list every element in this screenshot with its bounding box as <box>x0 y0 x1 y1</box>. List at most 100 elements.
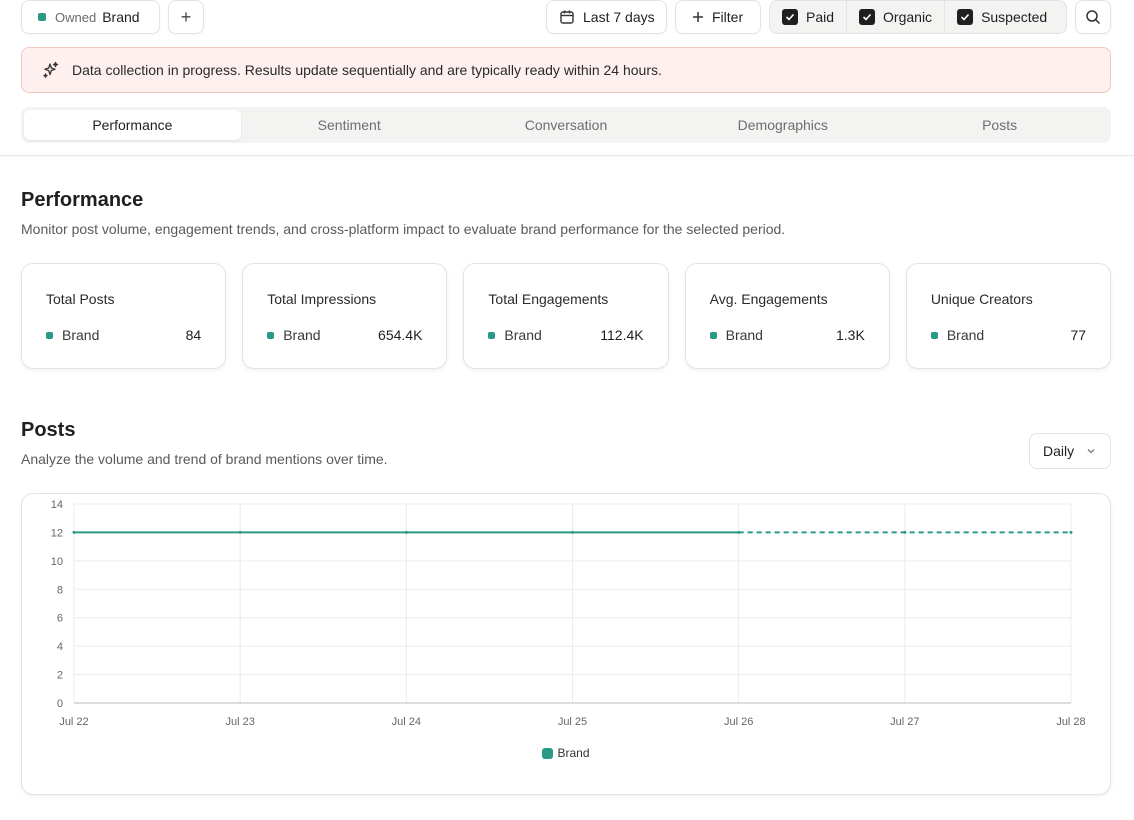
kpi-label: Brand <box>283 327 321 343</box>
brand-owned-label: Owned <box>55 9 97 25</box>
legend-label: Brand <box>557 746 590 760</box>
data-collection-banner: Data collection in progress. Results upd… <box>21 47 1111 93</box>
performance-subtitle: Monitor post volume, engagement trends, … <box>21 221 786 237</box>
toggle-label: Suspected <box>981 9 1048 25</box>
x-tick-label: Jul 25 <box>558 716 587 728</box>
posts-subtitle: Analyze the volume and trend of brand me… <box>21 451 388 467</box>
chevron-down-icon <box>1087 449 1095 454</box>
kpi-label: Brand <box>946 327 985 343</box>
x-tick-label: Jul 24 <box>392 716 421 728</box>
post-type-toggles: Paid Organic Suspected <box>769 0 1067 34</box>
kpi-row: Brand 84 <box>46 327 201 343</box>
toggle-label: Organic <box>883 9 933 25</box>
tab-posts[interactable]: Posts <box>891 110 1108 140</box>
data-point <box>903 530 907 534</box>
filter-button[interactable]: Filter <box>675 0 761 34</box>
kpi-value: 654.4K <box>378 327 423 343</box>
kpi-row: Brand 112.4K <box>488 327 644 343</box>
performance-title: Performance <box>21 189 144 211</box>
date-range-label: Last 7 days <box>583 9 655 25</box>
sparkles-icon <box>43 61 59 78</box>
kpi-label: Brand <box>725 327 763 343</box>
kpi-value: 112.4K <box>600 327 644 343</box>
kpi-value: 1.3K <box>836 327 865 343</box>
kpi-row: Brand 77 <box>930 327 1087 343</box>
y-tick-label: 0 <box>57 698 63 710</box>
data-point <box>72 530 76 534</box>
kpi-value: 77 <box>1070 327 1087 343</box>
y-tick-label: 12 <box>51 527 63 539</box>
brand-name: Brand <box>102 9 140 25</box>
toolbar: Owned Brand + Last 7 days Filter Paid Or… <box>0 0 1134 36</box>
checkbox-checked-icon[interactable] <box>859 9 876 25</box>
tab-performance[interactable]: Performance <box>24 110 241 140</box>
brand-color-dot <box>709 331 717 339</box>
brand-color-dot <box>930 331 938 339</box>
kpi-label: Brand <box>62 327 100 343</box>
y-tick-label: 14 <box>51 499 63 511</box>
kpi-title: Unique Creators <box>930 291 1033 307</box>
plus-icon: + <box>180 6 192 27</box>
brand-color-dot <box>46 331 53 339</box>
calendar-icon <box>560 10 574 24</box>
tab-sentiment[interactable]: Sentiment <box>241 110 458 140</box>
toggle-organic[interactable]: Organic <box>847 1 946 33</box>
kpi-title: Avg. Engagements <box>709 291 828 307</box>
kpi-label: Brand <box>504 327 542 343</box>
kpi-card-total-engagements: Total Engagements Brand 112.4K <box>463 263 669 369</box>
toggle-label: Paid <box>806 9 835 25</box>
kpi-title: Total Engagements <box>488 291 609 307</box>
x-tick-label: Jul 23 <box>225 716 254 728</box>
granularity-value: Daily <box>1043 443 1075 459</box>
add-brand-button[interactable]: + <box>168 0 204 34</box>
brand-color-dot <box>488 331 496 339</box>
data-point <box>737 530 741 534</box>
kpi-cards: Total Posts Brand 84 Total Impressions B… <box>21 263 1112 369</box>
y-tick-label: 10 <box>51 556 63 568</box>
x-tick-label: Jul 22 <box>59 716 88 728</box>
search-icon <box>1086 10 1101 25</box>
checkbox-checked-icon[interactable] <box>957 9 974 25</box>
date-range-button[interactable]: Last 7 days <box>546 0 667 34</box>
tab-demographics[interactable]: Demographics <box>674 110 891 140</box>
kpi-value: 84 <box>185 327 202 343</box>
toggle-suspected[interactable]: Suspected <box>945 1 1059 33</box>
toggle-paid[interactable]: Paid <box>770 1 848 33</box>
kpi-card-avg-engagements: Avg. Engagements Brand 1.3K <box>684 263 890 369</box>
banner-text: Data collection in progress. Results upd… <box>72 62 662 78</box>
divider <box>0 155 1134 156</box>
y-tick-label: 2 <box>57 670 63 682</box>
legend-swatch <box>542 747 554 759</box>
brand-color-dot <box>267 331 275 339</box>
x-tick-label: Jul 27 <box>890 716 919 728</box>
tab-conversation[interactable]: Conversation <box>458 110 675 140</box>
checkbox-checked-icon[interactable] <box>782 9 798 25</box>
kpi-title: Total Posts <box>46 291 115 307</box>
kpi-card-total-impressions: Total Impressions Brand 654.4K <box>242 263 448 369</box>
y-tick-label: 6 <box>57 613 63 625</box>
posts-title: Posts <box>21 419 76 441</box>
kpi-row: Brand 654.4K <box>267 327 422 343</box>
data-point <box>571 530 574 534</box>
posts-chart: 0 2 4 6 8 10 12 14 Jul 22 Jul 23 Jul 24 Jul 25 Jul 2… <box>21 493 1111 795</box>
granularity-select[interactable]: Daily <box>1029 433 1111 469</box>
brand-selector[interactable]: Owned Brand <box>21 0 160 34</box>
chart-legend[interactable]: Brand <box>22 746 1110 760</box>
data-point <box>404 530 408 534</box>
plus-icon <box>693 12 703 22</box>
y-tick-label: 8 <box>57 584 63 596</box>
data-point <box>1069 530 1073 534</box>
brand-color-dot <box>38 13 46 21</box>
kpi-row: Brand 1.3K <box>709 327 865 343</box>
y-tick-label: 4 <box>57 641 63 653</box>
kpi-card-unique-creators: Unique Creators Brand 77 <box>905 263 1112 369</box>
section-tabs: Performance Sentiment Conversation Demog… <box>21 107 1111 143</box>
x-tick-label: Jul 28 <box>1056 716 1085 728</box>
kpi-title: Total Impressions <box>267 291 377 307</box>
data-point <box>238 530 242 534</box>
kpi-card-total-posts: Total Posts Brand 84 <box>21 263 227 369</box>
x-tick-label: Jul 26 <box>724 716 753 728</box>
filter-label: Filter <box>712 9 744 25</box>
search-button[interactable] <box>1075 0 1111 34</box>
chart-series <box>72 530 1073 534</box>
